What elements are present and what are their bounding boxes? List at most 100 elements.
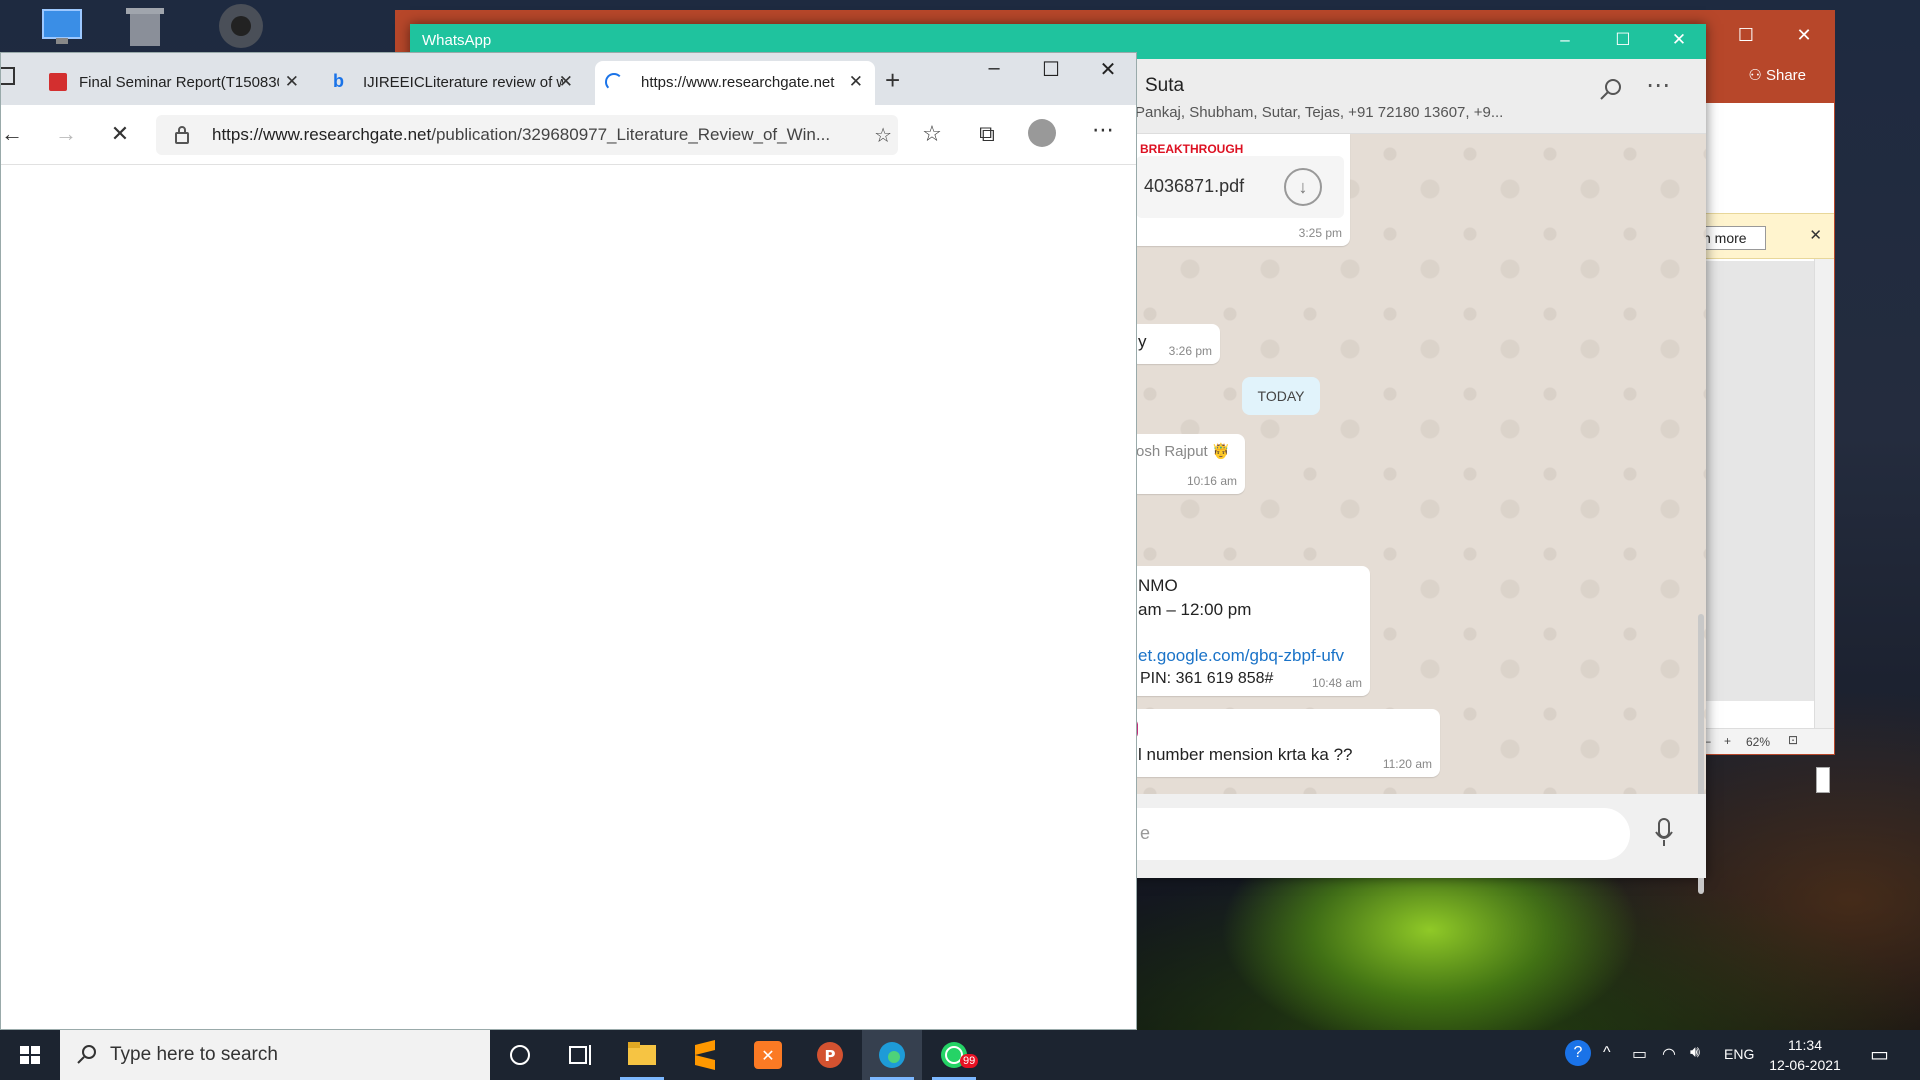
person-icon: ⚇	[1748, 67, 1766, 84]
message-bubble[interactable]: osh Rajput 🤴 10:16 am	[1130, 434, 1245, 494]
search-icon[interactable]	[1598, 77, 1624, 103]
tab-ijireeic[interactable]: b IJIREEICLiterature review of w ✕	[323, 61, 585, 105]
more-options-icon[interactable]: ⋯	[1646, 71, 1670, 100]
search-icon	[77, 1045, 96, 1064]
this-pc-desktop-icon[interactable]	[28, 0, 98, 52]
powerpoint-taskbar-icon[interactable]: P	[800, 1030, 860, 1080]
url-text[interactable]: https://www.researchgate.net/publication…	[212, 125, 842, 145]
help-icon[interactable]: ?	[1565, 1040, 1591, 1066]
file-explorer-icon[interactable]	[612, 1030, 672, 1080]
download-icon[interactable]: ↓	[1284, 168, 1322, 206]
tab-close-icon[interactable]: ✕	[285, 72, 299, 92]
svg-text:P: P	[825, 1047, 836, 1065]
meeting-title: NMO	[1138, 576, 1178, 595]
microphone-icon[interactable]	[1654, 818, 1674, 848]
message-text: y	[1138, 332, 1147, 351]
message-bubble[interactable]: l number mension krta ka ?? 11:20 am	[1130, 709, 1440, 777]
message-time: 11:20 am	[1382, 757, 1432, 771]
tab-close-icon[interactable]: ✕	[849, 72, 863, 92]
tab-bar: Final Seminar Report(T150830 ✕ b IJIREEI…	[1, 53, 1136, 105]
settings-more-icon[interactable]: ⋯	[1088, 117, 1118, 143]
message-input[interactable]: e	[1110, 808, 1630, 860]
windows-start-button[interactable]	[0, 1030, 60, 1080]
svg-text:✕: ✕	[761, 1046, 774, 1065]
notifications-icon[interactable]: ▭	[1870, 1042, 1889, 1067]
webcam-desktop-icon[interactable]	[208, 0, 278, 52]
powerpoint-share-button[interactable]: ⚇ Share	[1748, 66, 1806, 84]
learn-more-button[interactable]: n more	[1696, 226, 1766, 250]
whatsapp-close-button[interactable]: ✕	[1656, 30, 1702, 50]
tab-researchgate[interactable]: https://www.researchgate.net ✕	[595, 61, 875, 105]
edge-minimize-button[interactable]: –	[971, 57, 1017, 80]
sublime-text-icon[interactable]	[675, 1030, 735, 1080]
date-divider: TODAY	[1242, 377, 1320, 415]
task-view-icon[interactable]	[550, 1030, 610, 1080]
battery-icon[interactable]: ▭	[1632, 1044, 1647, 1064]
chat-participants: Pankaj, Shubham, Sutar, Tejas, +91 72180…	[1135, 104, 1504, 121]
tab-close-icon[interactable]: ✕	[559, 72, 573, 92]
edge-browser-window: Final Seminar Report(T150830 ✕ b IJIREEI…	[0, 52, 1137, 1030]
tab-actions-icon[interactable]	[1, 67, 15, 85]
message-text: l number mension krta ka ??	[1138, 745, 1353, 764]
powerpoint-maximize-button[interactable]: ☐	[1723, 25, 1769, 46]
volume-icon[interactable]: 🔊︎	[1690, 1044, 1700, 1062]
new-tab-button[interactable]: +	[885, 65, 900, 96]
powerpoint-vertical-scrollbar[interactable]	[1814, 259, 1834, 793]
add-favorite-icon[interactable]: ☆	[874, 123, 892, 148]
whatsapp-app-title: WhatsApp	[422, 32, 492, 49]
notice-close-icon[interactable]: ✕	[1809, 226, 1822, 244]
windows-taskbar: Type here to search ✕ P 99 ? ^ ▭ ◠ 🔊︎ EN…	[0, 1030, 1920, 1080]
profile-avatar[interactable]	[1028, 119, 1056, 147]
stop-loading-icon[interactable]: ✕	[105, 121, 135, 147]
lock-icon[interactable]	[174, 125, 190, 145]
fit-slide-icon[interactable]: ⊡	[1788, 733, 1798, 747]
chevron-up-icon[interactable]: ^	[1603, 1044, 1611, 1062]
notification-badge: 99	[960, 1054, 979, 1068]
clock-time: 11:34	[1788, 1037, 1822, 1053]
message-input-placeholder: e	[1140, 823, 1151, 843]
edge-maximize-button[interactable]: ☐	[1028, 57, 1074, 82]
scrollbar-thumb[interactable]	[1816, 767, 1830, 793]
message-bubble[interactable]: NMO am – 12:00 pm et.google.com/gbq-zbpf…	[1130, 566, 1370, 696]
wifi-icon[interactable]: ◠	[1662, 1044, 1676, 1064]
collections-icon[interactable]: ⧉	[972, 121, 1002, 147]
pdf-attachment[interactable]: 4036871.pdf ↓	[1136, 156, 1344, 218]
message-sender: osh Rajput 🤴	[1136, 443, 1231, 460]
cortana-icon[interactable]	[490, 1030, 550, 1080]
navigation-bar: ← → ✕ https://www.researchgate.net/publi…	[1, 105, 1136, 165]
message-time: 10:48 am	[1311, 676, 1362, 690]
powerpoint-statusbar: – + 62% ⊡	[1696, 728, 1834, 754]
tab-final-seminar-report[interactable]: Final Seminar Report(T150830 ✕	[39, 61, 311, 105]
attachment-filename: 4036871.pdf	[1144, 176, 1245, 196]
favorites-icon[interactable]: ☆	[917, 121, 947, 147]
message-bubble[interactable]: BREAKTHROUGH 4036871.pdf ↓ 3:25 pm	[1130, 134, 1350, 246]
back-arrow-icon[interactable]: ←	[0, 121, 27, 147]
powerpoint-notice-bar: n more ✕	[1696, 213, 1834, 259]
address-bar[interactable]: https://www.researchgate.net/publication…	[156, 115, 898, 155]
message-time: 10:16 am	[1186, 474, 1237, 488]
message-time: 3:26 pm	[1168, 344, 1212, 358]
meeting-time: am – 12:00 pm	[1138, 600, 1252, 619]
taskbar-search-box[interactable]: Type here to search	[60, 1030, 490, 1080]
message-time: 3:25 pm	[1298, 226, 1342, 240]
edge-close-button[interactable]: ✕	[1085, 57, 1131, 82]
whatsapp-maximize-button[interactable]: ☐	[1600, 30, 1646, 50]
loading-icon	[605, 73, 623, 91]
whatsapp-minimize-button[interactable]: –	[1542, 30, 1588, 50]
system-clock[interactable]: 11:34 12-06-2021	[1765, 1035, 1845, 1075]
chat-name: Suta	[1145, 75, 1185, 96]
page-content-blank[interactable]	[1, 166, 1136, 1029]
xampp-icon[interactable]: ✕	[738, 1030, 798, 1080]
zoom-in-icon[interactable]: +	[1724, 734, 1731, 748]
whatsapp-taskbar-icon[interactable]: 99	[924, 1030, 984, 1080]
language-indicator[interactable]: ENG	[1724, 1046, 1754, 1062]
message-bubble[interactable]: y 3:26 pm	[1130, 324, 1220, 364]
forward-arrow-icon[interactable]: →	[51, 121, 81, 147]
zoom-level[interactable]: 62%	[1746, 735, 1770, 749]
meeting-link[interactable]: et.google.com/gbq-zbpf-ufv	[1138, 646, 1344, 666]
powerpoint-close-button[interactable]: ✕	[1781, 25, 1827, 46]
pdf-icon	[49, 73, 67, 91]
edge-taskbar-icon[interactable]	[862, 1030, 922, 1080]
recycle-bin-desktop-icon[interactable]	[110, 0, 180, 52]
document-preview-text: BREAKTHROUGH	[1140, 142, 1244, 156]
